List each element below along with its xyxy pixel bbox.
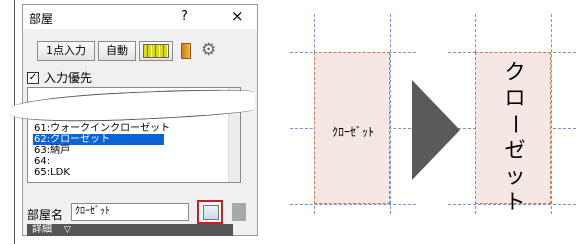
room-type-items: 60: 61:ウォークインクローゼット 62:クローゼット 63:納戸 64: … xyxy=(33,112,170,178)
checkbox-box[interactable]: ✓ xyxy=(27,71,39,84)
edit-icon xyxy=(203,205,219,220)
room-after: ク ロ ー ゼ ッ ト xyxy=(475,52,551,214)
room-name-input[interactable]: ｸﾛｰｾﾞｯﾄ xyxy=(71,203,189,221)
list-item[interactable]: 61:ウォークインクローゼット xyxy=(33,123,170,134)
dialog-title: 部屋 xyxy=(29,12,54,26)
room-after-label: ク ロ ー ゼ ッ ト xyxy=(500,59,530,215)
point-input-button[interactable]: 1点入力 xyxy=(37,41,95,61)
room-after-char: ゼ xyxy=(504,138,526,162)
folder-icon[interactable] xyxy=(181,43,191,59)
room-after-char: ク xyxy=(504,60,526,84)
chevron-down-icon: ▽ xyxy=(64,225,71,235)
list-item[interactable]: 64: xyxy=(33,156,170,167)
help-icon[interactable]: ? xyxy=(181,9,188,24)
page-margin-rule xyxy=(14,0,15,244)
room-after-char: ー xyxy=(503,113,527,135)
details-toggle[interactable]: 詳細 ▽ xyxy=(27,224,233,236)
grid-icon xyxy=(143,44,169,58)
grid-button[interactable] xyxy=(139,41,173,61)
arrow-right-icon xyxy=(412,80,460,180)
room-name-label: 部屋名 xyxy=(27,208,64,222)
close-icon[interactable]: × xyxy=(231,7,244,25)
guide-line xyxy=(551,14,552,214)
text-edit-button[interactable] xyxy=(197,200,223,224)
auto-button[interactable]: 自動 xyxy=(98,41,136,61)
room-after-char: ト xyxy=(504,190,526,214)
input-priority-label: 入力優先 xyxy=(44,71,93,85)
list-item[interactable]: 65:LDK xyxy=(33,167,170,178)
guide-line xyxy=(390,14,391,214)
list-item[interactable]: 63:納戸 xyxy=(33,145,170,156)
room-before: ｸﾛｰｾﾞｯﾄ xyxy=(314,52,390,204)
side-block xyxy=(232,203,246,221)
room-after-char: ロ xyxy=(504,86,526,110)
room-before-label: ｸﾛｰｾﾞｯﾄ xyxy=(331,125,374,139)
title-bar: 部屋 ? × xyxy=(23,5,257,29)
guide-line xyxy=(290,204,416,205)
list-item-selected[interactable]: 62:クローゼット xyxy=(33,134,164,145)
gear-icon[interactable]: ⚙ xyxy=(201,41,216,60)
room-after-char: ッ xyxy=(504,164,526,188)
input-priority-checkbox[interactable]: ✓ 入力優先 xyxy=(27,69,92,86)
details-label: 詳細 xyxy=(32,224,52,235)
